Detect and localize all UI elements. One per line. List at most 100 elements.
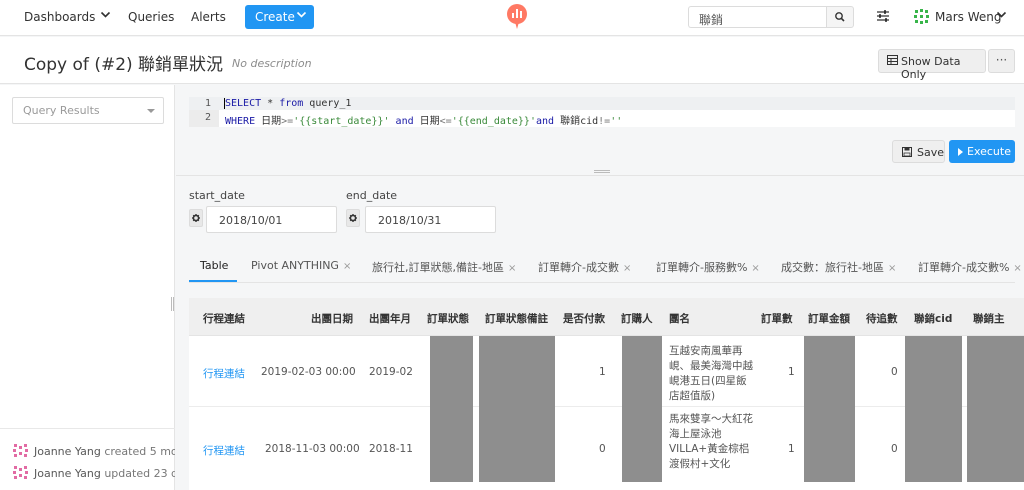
trip-link[interactable]: 行程連結	[203, 443, 245, 458]
created-info: Joanne Yang created 5 mont	[13, 443, 175, 458]
table-cell: 0	[891, 443, 898, 455]
column-header[interactable]: 訂購人	[621, 311, 653, 326]
table-cell: 1	[599, 366, 606, 378]
column-header[interactable]: 聯銷cid	[914, 311, 952, 326]
tab-referral-service-pct[interactable]: 訂單轉介-服務數% ×	[656, 259, 760, 275]
close-icon[interactable]: ×	[343, 261, 351, 272]
page-title[interactable]: Copy of (#2) 聯銷單狀況	[24, 50, 223, 75]
query-header: Copy of (#2) 聯銷單狀況 No description Show D…	[0, 37, 1024, 84]
close-icon[interactable]: ×	[751, 263, 759, 274]
redacted-block	[967, 336, 1024, 482]
visualization-tabs: Table Pivot ANYTHING × 旅行社,訂單狀態,備註-地區 × 訂單…	[189, 249, 1022, 283]
trip-link[interactable]: 行程連結	[203, 366, 245, 381]
tab-deals-agency-region[interactable]: 成交數：旅行社-地區 ×	[781, 259, 896, 275]
tab-referral-deals[interactable]: 訂單轉介-成交數 ×	[538, 259, 631, 275]
query-results-select[interactable]: Query Results	[12, 97, 164, 124]
redash-logo-icon[interactable]	[506, 4, 528, 30]
column-header[interactable]: 訂單金額	[808, 311, 850, 326]
avatar[interactable]	[914, 9, 929, 24]
created-text: created 5 mont	[104, 445, 175, 458]
end-date-input[interactable]: 2018/10/31	[365, 206, 496, 233]
column-header[interactable]: 出團年月	[369, 311, 411, 326]
close-icon[interactable]: ×	[1013, 263, 1021, 274]
redacted-block	[905, 336, 962, 482]
column-header[interactable]: 訂單數	[761, 311, 793, 326]
start-date-settings-button[interactable]	[189, 209, 203, 227]
start-date-input[interactable]: 2018/10/01	[206, 206, 337, 233]
table-cell: 1	[788, 366, 795, 378]
code-line-2: WHERE 日期>='{{start_date}}' and 日期<='{{en…	[225, 116, 623, 127]
query-metadata: Joanne Yang created 5 mont Joanne Yang u…	[0, 428, 175, 490]
tab-label: 訂單轉介-成交數%	[918, 261, 1010, 274]
column-header[interactable]: 聯銷主	[973, 311, 1005, 326]
execute-label: Execute	[967, 145, 1011, 158]
updated-info: Joanne Yang updated 23 da	[13, 465, 175, 480]
column-header[interactable]: 待追數	[866, 311, 898, 326]
column-header[interactable]: 訂單狀態	[427, 311, 469, 326]
table-header: 行程連結 出團日期 出團年月 訂單狀態 訂單狀態備註 是否付款 訂購人 團名 訂…	[189, 298, 1024, 336]
updated-user: Joanne Yang	[34, 467, 101, 480]
tab-label: Pivot ANYTHING	[251, 259, 339, 272]
table-cell: 2019-02-03 00:00	[261, 366, 356, 378]
nav-queries[interactable]: Queries	[128, 10, 174, 24]
top-navbar: Dashboards Queries Alerts Create 聯銷 Mars…	[0, 0, 1024, 36]
column-header[interactable]: 出團日期	[311, 311, 353, 326]
tab-label: 成交數：旅行社-地區	[781, 261, 884, 274]
settings-sliders-icon[interactable]	[876, 9, 890, 23]
chevron-down-icon[interactable]	[100, 9, 111, 23]
end-date-settings-button[interactable]	[346, 209, 360, 227]
avatar	[13, 465, 28, 480]
tab-label: 訂單轉介-成交數	[538, 261, 619, 274]
chevron-down-icon[interactable]	[996, 9, 1007, 23]
close-icon[interactable]: ×	[508, 263, 516, 274]
tab-label: 訂單轉介-服務數%	[656, 261, 748, 274]
user-name[interactable]: Mars Weng	[935, 10, 1001, 24]
save-button[interactable]: Save	[892, 140, 945, 163]
tab-label: Table	[200, 259, 229, 272]
column-header[interactable]: 團名	[669, 311, 690, 326]
updated-text: updated 23 da	[104, 467, 175, 480]
tab-table[interactable]: Table	[200, 259, 228, 272]
tab-referral-deals-pct[interactable]: 訂單轉介-成交數% ×	[918, 259, 1022, 275]
table-cell: 1	[788, 443, 795, 455]
gear-icon	[349, 214, 357, 222]
divider	[189, 406, 1024, 407]
more-options-button[interactable]: ···	[988, 49, 1015, 73]
search-button[interactable]	[826, 6, 854, 28]
end-date-label: end_date	[346, 189, 398, 202]
show-data-only-button[interactable]: Show Data Only	[878, 49, 986, 81]
table-icon	[887, 55, 898, 65]
column-header[interactable]: 行程連結	[203, 311, 245, 326]
nav-alerts[interactable]: Alerts	[191, 10, 226, 24]
column-header[interactable]: 訂單狀態備註	[485, 311, 548, 326]
tab-agency-status-region[interactable]: 旅行社,訂單狀態,備註-地區 ×	[372, 259, 516, 275]
query-results-placeholder: Query Results	[23, 104, 100, 117]
table-cell: 互越安南風華再峴、最美海灣中越峴港五日(四星飯店超值版)	[669, 345, 753, 402]
line-number: 1	[204, 98, 211, 109]
redacted-block	[479, 336, 555, 482]
editor-resize-handle[interactable]	[594, 170, 610, 173]
table-cell: 2018-11	[369, 443, 413, 455]
redacted-block	[430, 336, 473, 482]
schema-sidebar: Query Results Joanne Yang created 5 mont…	[0, 85, 175, 490]
search-input[interactable]: 聯銷	[688, 6, 826, 28]
start-date-label: start_date	[189, 189, 245, 202]
gear-icon	[192, 214, 200, 222]
caret-down-icon	[147, 109, 155, 113]
active-tab-indicator	[189, 280, 237, 282]
close-icon[interactable]: ×	[623, 263, 631, 274]
execute-button[interactable]: Execute	[949, 140, 1015, 163]
search-icon	[835, 12, 845, 22]
tab-pivot-anything[interactable]: Pivot ANYTHING ×	[251, 259, 351, 272]
sidebar-resize-handle[interactable]	[171, 297, 174, 311]
column-header[interactable]: 是否付款	[563, 311, 605, 326]
close-icon[interactable]: ×	[888, 263, 896, 274]
redacted-block	[622, 336, 662, 482]
table-cell: 馬來雙享～大紅花海上屋泳池VILLA+黃金棕梠渡假村+文化	[669, 413, 753, 470]
table-cell: 0	[599, 443, 606, 455]
nav-dashboards[interactable]: Dashboards	[24, 10, 95, 24]
query-editor[interactable]: 1 2 SELECT * from query_1 WHERE 日期>='{{s…	[189, 97, 1015, 127]
create-button[interactable]: Create	[245, 5, 314, 29]
query-description[interactable]: No description	[232, 57, 312, 70]
created-user: Joanne Yang	[34, 445, 101, 458]
